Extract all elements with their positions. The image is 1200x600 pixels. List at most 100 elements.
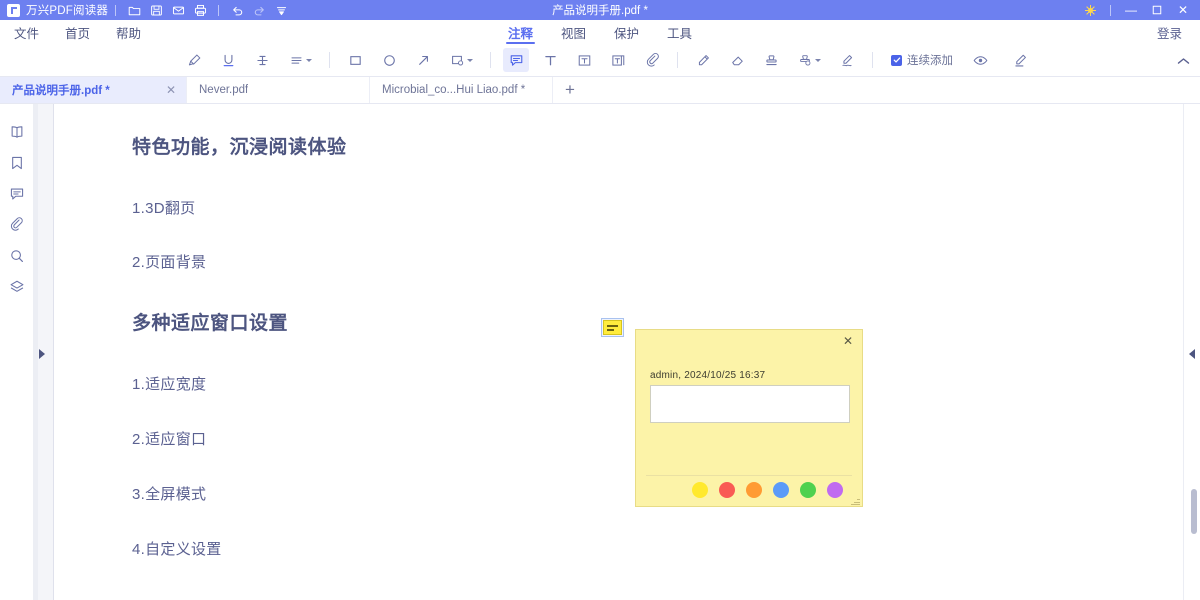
more-dropdown-icon[interactable] <box>270 0 292 20</box>
sticky-note-tool-button[interactable] <box>503 48 529 72</box>
left-sidebar <box>0 104 33 600</box>
document-tab-bar: 产品说明手册.pdf * ✕ Never.pdf Microbial_co...… <box>0 77 1200 104</box>
doctab-label: Never.pdf <box>199 84 249 96</box>
divider <box>329 52 330 68</box>
doctab-label: 产品说明手册.pdf * <box>12 85 110 97</box>
sticky-note-icon[interactable] <box>601 318 624 337</box>
app-name: 万兴PDF阅读器 <box>26 5 109 17</box>
pen-icon[interactable] <box>1007 48 1033 72</box>
divider <box>872 52 873 68</box>
ribbon-tool-group: 连续添加 <box>163 48 1037 72</box>
redo-icon[interactable] <box>248 0 270 20</box>
color-green[interactable] <box>800 482 816 498</box>
sidebar-item-search[interactable] <box>4 240 30 271</box>
minimize-button[interactable]: — <box>1118 0 1144 20</box>
strikethrough-icon[interactable] <box>249 48 275 72</box>
expand-right-panel-icon[interactable] <box>1189 349 1195 359</box>
continuous-add-label: 连续添加 <box>907 55 953 67</box>
maximize-button[interactable] <box>1144 0 1170 20</box>
checkbox-checked-icon <box>891 54 902 66</box>
continuous-add-checkbox[interactable]: 连续添加 <box>891 52 953 68</box>
note-close-icon[interactable]: ✕ <box>841 334 855 348</box>
vertical-scrollbar-thumb[interactable] <box>1191 489 1197 534</box>
doc-line: 1.3D翻页 <box>132 200 196 217</box>
pdf-reader-window: 万兴PDF阅读器 产品说明手册.pdf * — ✕ 文件 首页 帮助 注释 视图… <box>0 0 1200 600</box>
color-blue[interactable] <box>773 482 789 498</box>
doc-line: 2.页面背景 <box>132 254 207 271</box>
sidebar-item-thumbnails[interactable] <box>4 116 30 147</box>
sidebar-item-attachments[interactable] <box>4 209 30 240</box>
app-logo-icon <box>7 3 20 17</box>
color-orange[interactable] <box>746 482 762 498</box>
chevron-down-icon <box>815 58 821 62</box>
open-folder-icon[interactable] <box>123 0 145 20</box>
new-tab-button[interactable]: + <box>553 77 587 103</box>
eraser-icon[interactable] <box>724 48 750 72</box>
stamp-dropdown-icon[interactable] <box>792 48 826 72</box>
tab-tools[interactable]: 工具 <box>667 23 692 44</box>
doctab-active[interactable]: 产品说明手册.pdf * ✕ <box>0 77 187 103</box>
ribbon-tabs: 注释 视图 保护 工具 <box>0 20 1200 44</box>
tab-view[interactable]: 视图 <box>561 23 586 44</box>
sidebar-item-layers[interactable] <box>4 271 30 302</box>
page-content: 特色功能，沉浸阅读体验 1.3D翻页 2.页面背景 多种适应窗口设置 1.适应宽… <box>54 104 1183 600</box>
chevron-down-icon <box>305 58 312 62</box>
menu-bar: 文件 首页 帮助 注释 视图 保护 工具 登录 <box>0 20 1200 44</box>
login-button[interactable]: 登录 <box>1157 23 1200 42</box>
signature-icon[interactable] <box>834 48 860 72</box>
rectangle-icon[interactable] <box>342 48 368 72</box>
doctab-never[interactable]: Never.pdf <box>187 77 370 103</box>
pdf-page-view[interactable]: 特色功能，沉浸阅读体验 1.3D翻页 2.页面背景 多种适应窗口设置 1.适应宽… <box>54 104 1183 600</box>
theme-sun-icon[interactable] <box>1077 0 1103 20</box>
title-bar: 万兴PDF阅读器 产品说明手册.pdf * — ✕ <box>0 0 1200 20</box>
eye-icon[interactable] <box>967 48 993 72</box>
print-icon[interactable] <box>189 0 211 20</box>
sticky-note-popup[interactable]: ✕ admin, 2024/10/25 16:37 <box>635 329 863 507</box>
stamp-icon[interactable] <box>758 48 784 72</box>
sidebar-gutter <box>33 104 54 600</box>
note-text-input[interactable] <box>650 385 850 423</box>
color-yellow[interactable] <box>692 482 708 498</box>
pencil-icon[interactable] <box>690 48 716 72</box>
arrow-icon[interactable] <box>410 48 436 72</box>
doctab-label: Microbial_co...Hui Liao.pdf * <box>382 84 526 96</box>
note-color-palette <box>692 482 852 498</box>
note-author-timestamp: admin, 2024/10/25 16:37 <box>650 370 766 381</box>
color-purple[interactable] <box>827 482 843 498</box>
color-red[interactable] <box>719 482 735 498</box>
highlighter-icon[interactable] <box>181 48 207 72</box>
close-button[interactable]: ✕ <box>1170 0 1196 20</box>
text-icon[interactable] <box>537 48 563 72</box>
mail-icon[interactable] <box>167 0 189 20</box>
tab-annotate[interactable]: 注释 <box>505 23 536 44</box>
divider <box>646 475 852 476</box>
textbox-icon[interactable] <box>571 48 597 72</box>
underline-icon[interactable] <box>215 48 241 72</box>
window-controls: — ✕ <box>1077 0 1200 20</box>
chevron-down-icon <box>467 58 473 62</box>
divider <box>218 4 220 16</box>
doc-line: 4.自定义设置 <box>132 541 222 558</box>
circle-icon[interactable] <box>376 48 402 72</box>
divider <box>490 52 491 68</box>
doctab-close-icon[interactable]: ✕ <box>142 83 176 97</box>
undo-icon[interactable] <box>226 0 248 20</box>
divider <box>115 4 117 16</box>
callout-icon[interactable] <box>605 48 631 72</box>
doc-heading-1: 特色功能，沉浸阅读体验 <box>132 137 347 158</box>
lines-dropdown-icon[interactable] <box>283 48 317 72</box>
sidebar-item-bookmarks[interactable] <box>4 147 30 178</box>
tab-protect[interactable]: 保护 <box>614 23 639 44</box>
right-rail <box>1183 104 1200 600</box>
save-icon[interactable] <box>145 0 167 20</box>
divider <box>1110 4 1111 16</box>
sidebar-item-comments[interactable] <box>4 178 30 209</box>
chevron-up-icon[interactable] <box>1177 53 1190 71</box>
expand-left-panel-icon[interactable] <box>39 349 45 359</box>
resize-handle[interactable] <box>851 496 860 505</box>
doctab-microbial[interactable]: Microbial_co...Hui Liao.pdf * <box>370 77 553 103</box>
workspace: 特色功能，沉浸阅读体验 1.3D翻页 2.页面背景 多种适应窗口设置 1.适应宽… <box>0 104 1200 600</box>
annotation-ribbon: 连续添加 <box>0 44 1200 77</box>
paperclip-icon[interactable] <box>639 48 665 72</box>
shape-dropdown-icon[interactable] <box>444 48 478 72</box>
